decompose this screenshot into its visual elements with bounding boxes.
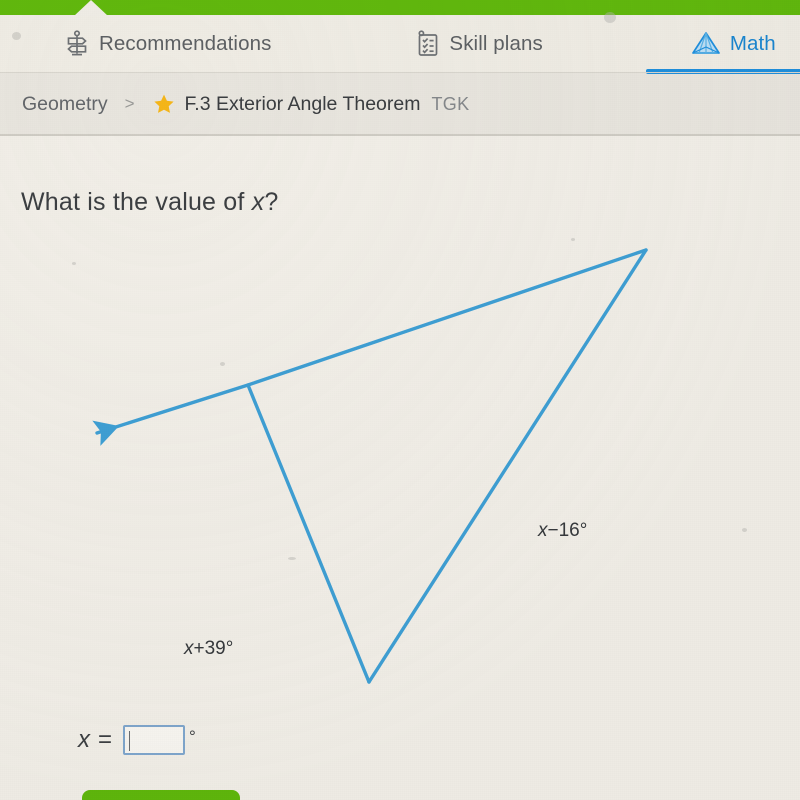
submit-button[interactable] xyxy=(82,790,240,800)
triangle-right-side xyxy=(367,248,648,684)
chevron-right-icon: > xyxy=(124,94,135,113)
top-green-bar xyxy=(0,0,800,15)
nav-tab-skill-plans[interactable]: Skill plans xyxy=(416,15,543,73)
nav-tab-recommendations[interactable]: Recommendations xyxy=(64,15,271,73)
angle-label-top-right-var: x xyxy=(538,520,548,541)
angle-label-top-right: x−16° xyxy=(538,520,587,542)
question-prompt-prefix: What is the value of xyxy=(21,188,252,216)
answer-input[interactable] xyxy=(123,725,186,755)
active-tab-notch-icon xyxy=(74,0,108,16)
answer-equals-sign: = xyxy=(98,726,113,753)
angle-label-left-vertex-rest: +39° xyxy=(193,638,234,659)
exterior-ray xyxy=(92,248,648,446)
angle-label-left-vertex-var: x xyxy=(184,638,194,659)
breadcrumb: Geometry > F.3 Exterior Angle Theorem TG… xyxy=(0,73,800,135)
navbar: Recommendations Skill plans Math xyxy=(0,15,800,74)
signpost-icon xyxy=(64,30,90,58)
triangle-diagram-svg xyxy=(92,248,648,684)
answer-row: x = ° xyxy=(78,725,196,755)
question-prompt-suffix: ? xyxy=(264,188,279,216)
app-screen: Recommendations Skill plans Math Geometr… xyxy=(0,0,800,800)
answer-variable-label: x xyxy=(78,726,90,753)
nav-tab-skill-plans-label: Skill plans xyxy=(449,32,543,55)
breadcrumb-divider xyxy=(0,134,800,136)
pyramid-icon xyxy=(691,30,721,58)
breadcrumb-skill-title: F.3 Exterior Angle Theorem xyxy=(184,92,421,115)
geometry-figure: x−16° x+39° x xyxy=(0,230,800,710)
question-prompt: What is the value of x? xyxy=(21,188,279,217)
breadcrumb-skill-code: TGK xyxy=(431,93,470,114)
nav-tab-math[interactable]: Math xyxy=(645,15,800,74)
navbar-divider xyxy=(0,72,800,73)
breadcrumb-root-link[interactable]: Geometry xyxy=(22,93,108,116)
triangle-left-side xyxy=(246,383,371,684)
degree-symbol-label: ° xyxy=(189,727,196,746)
angle-label-top-right-rest: −16° xyxy=(547,520,588,541)
star-icon[interactable] xyxy=(153,93,175,115)
text-caret xyxy=(129,731,131,751)
clipboard-checklist-icon xyxy=(416,30,440,58)
nav-tab-recommendations-label: Recommendations xyxy=(99,32,272,55)
question-prompt-variable: x xyxy=(251,188,265,216)
angle-label-left-vertex: x+39° xyxy=(184,638,233,660)
nav-tab-math-label: Math xyxy=(729,32,776,55)
